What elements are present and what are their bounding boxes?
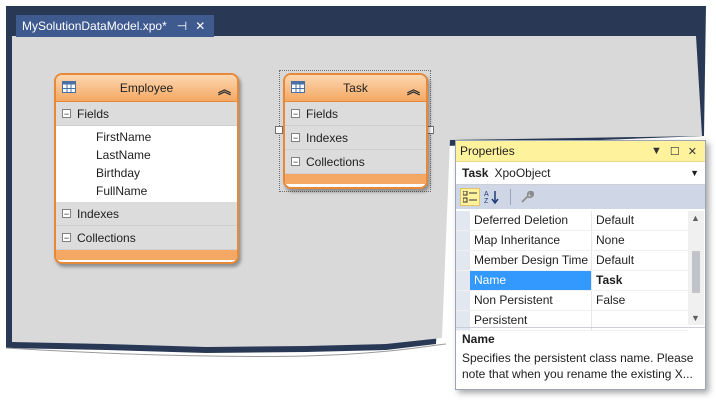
object-type: XpoObject (494, 166, 551, 180)
property-row-selected[interactable]: Name Task (456, 271, 688, 291)
dropdown-arrow-icon[interactable]: ▼ (651, 145, 662, 157)
object-name: Task (462, 166, 489, 180)
field-item[interactable]: FirstName (56, 128, 237, 146)
scroll-thumb[interactable] (692, 251, 700, 293)
property-row[interactable]: Non Persistent False (456, 291, 688, 311)
property-row[interactable]: Map Inheritance None (456, 231, 688, 251)
employee-fields-section[interactable]: − Fields (56, 102, 237, 126)
task-collections-section[interactable]: − Collections (285, 150, 426, 174)
properties-window: Properties ▼ ☐ ✕ Task XpoObject ▼ A Z De… (455, 140, 706, 390)
employee-header[interactable]: Employee ︽ (56, 75, 237, 102)
description-text: Specifies the persistent class name. Ple… (462, 351, 694, 381)
section-label: Indexes (306, 130, 349, 145)
categorized-view-icon[interactable] (460, 188, 480, 206)
properties-title: Properties (460, 144, 515, 158)
collapse-toggle-icon[interactable]: − (291, 157, 300, 167)
task-header[interactable]: Task ︽ (285, 75, 426, 102)
properties-title-bar[interactable]: Properties ▼ ☐ ✕ (456, 141, 705, 162)
svg-text:A: A (484, 191, 489, 198)
property-name: Map Inheritance (470, 231, 592, 250)
alphabetical-sort-icon[interactable]: A Z (482, 188, 502, 206)
close-icon[interactable]: ✕ (195, 19, 205, 33)
property-name: Non Persistent (470, 291, 592, 310)
maximize-icon[interactable]: ☐ (670, 145, 680, 158)
collapse-toggle-icon[interactable]: − (62, 209, 71, 219)
collapse-toggle-icon[interactable]: − (291, 133, 300, 143)
employee-indexes-section[interactable]: − Indexes (56, 202, 237, 226)
property-description-panel: Name Specifies the persistent class name… (456, 327, 705, 389)
description-title: Name (462, 332, 495, 346)
wrench-icon[interactable] (517, 188, 537, 206)
shape-footer (56, 250, 237, 260)
field-item[interactable]: LastName (56, 146, 237, 164)
section-label: Collections (306, 154, 365, 169)
task-indexes-section[interactable]: − Indexes (285, 126, 426, 150)
task-fields-section[interactable]: − Fields (285, 102, 426, 126)
scroll-up-icon[interactable]: ▲ (691, 213, 700, 223)
task-class-name: Task (343, 81, 368, 95)
property-value[interactable]: None (592, 231, 688, 250)
collapse-toggle-icon[interactable]: − (62, 109, 71, 119)
employee-field-list: FirstName LastName Birthday FullName (56, 126, 237, 202)
section-label: Fields (306, 106, 339, 121)
property-name: Deferred Deletion (470, 211, 592, 230)
pin-icon[interactable]: ⊣ (177, 19, 187, 33)
document-tab-title: MySolutionDataModel.xpo* (22, 19, 167, 33)
collapse-icon[interactable]: ︽ (407, 79, 420, 98)
property-name: Name (470, 271, 592, 290)
employee-collections-section[interactable]: − Collections (56, 226, 237, 250)
section-label: Fields (77, 106, 110, 121)
property-value[interactable]: False (592, 291, 688, 310)
task-class-shape[interactable]: Task ︽ − Fields − Indexes − Collections (283, 73, 428, 189)
property-row[interactable]: Member Design Time Default (456, 251, 688, 271)
collapse-toggle-icon[interactable]: − (291, 109, 300, 119)
scroll-down-icon[interactable]: ▼ (691, 313, 700, 323)
close-icon[interactable]: ✕ (688, 145, 697, 158)
field-item[interactable]: Birthday (56, 164, 237, 182)
property-value[interactable]: Default (592, 211, 688, 230)
toolbar-separator (510, 189, 511, 205)
object-selector[interactable]: Task XpoObject ▼ (456, 162, 705, 185)
table-icon (291, 81, 305, 93)
property-grid-scrollbar[interactable]: ▲ ▼ (688, 211, 704, 325)
section-label: Indexes (77, 206, 120, 221)
employee-class-shape[interactable]: Employee ︽ − Fields FirstName LastName B… (54, 73, 239, 264)
property-row[interactable]: Deferred Deletion Default (456, 211, 688, 231)
table-icon (62, 81, 76, 93)
properties-toolbar: A Z (456, 185, 705, 209)
property-name: Member Design Time (470, 251, 592, 270)
field-item[interactable]: FullName (56, 182, 237, 200)
property-value[interactable]: Default (592, 251, 688, 270)
employee-class-name: Employee (119, 81, 174, 95)
section-label: Collections (77, 230, 136, 245)
document-tab[interactable]: MySolutionDataModel.xpo* ⊣ ✕ (16, 15, 214, 37)
svg-text:Z: Z (484, 198, 489, 204)
property-grid: Deferred Deletion Default Map Inheritanc… (456, 211, 688, 331)
collapse-icon[interactable]: ︽ (218, 79, 231, 98)
collapse-toggle-icon[interactable]: − (62, 233, 71, 243)
chevron-down-icon[interactable]: ▼ (690, 168, 699, 178)
resize-handle-left[interactable] (275, 126, 283, 134)
shape-footer (285, 174, 426, 184)
property-value[interactable]: Task (592, 271, 688, 290)
